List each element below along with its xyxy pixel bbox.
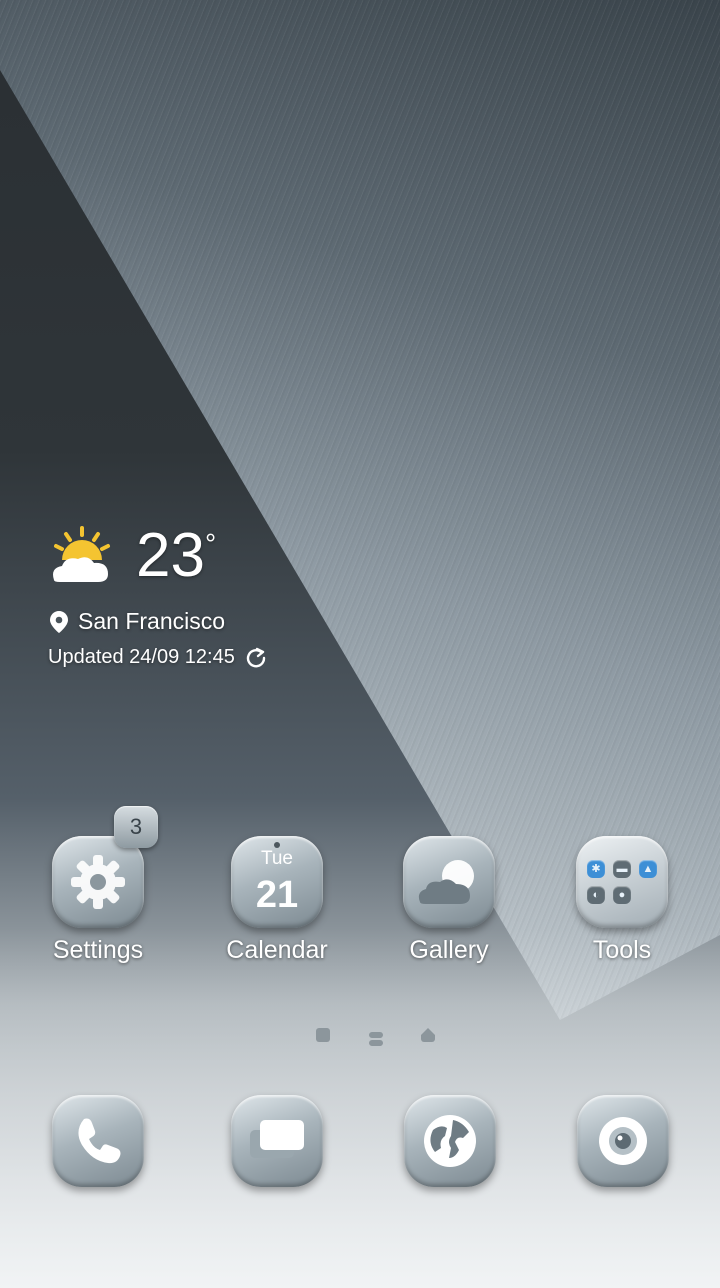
gear-icon: 3 xyxy=(52,806,158,928)
app-gallery[interactable]: Gallery xyxy=(374,836,524,965)
app-settings[interactable]: 3 Settings xyxy=(23,806,173,965)
app-calendar[interactable]: Tue 21 Calendar xyxy=(202,836,352,965)
app-label: Gallery xyxy=(409,936,489,964)
compass-icon: ◐ xyxy=(587,886,605,904)
calendar-date: 21 xyxy=(255,874,299,916)
location-row: San Francisco xyxy=(50,608,225,635)
app-label: Settings xyxy=(52,936,144,964)
page-dot[interactable] xyxy=(316,1028,330,1042)
temperature: 23° xyxy=(136,521,217,590)
messages-icon[interactable] xyxy=(231,1095,323,1187)
camera-icon[interactable] xyxy=(577,1095,669,1187)
browser-globe-icon[interactable] xyxy=(404,1095,496,1187)
home-page-icon[interactable] xyxy=(421,1028,435,1042)
recorder-icon: ● xyxy=(613,886,631,904)
location-pin-icon xyxy=(50,610,68,633)
app-tools-folder[interactable]: ✱ ▬ ▲ ◐ ● Tools xyxy=(547,836,697,965)
updated-time: Updated 24/09 12:45 xyxy=(48,646,235,668)
partly-sunny-icon xyxy=(53,526,110,582)
upload-icon: ▲ xyxy=(639,860,657,878)
app-label: Calendar xyxy=(226,936,328,964)
phone-icon[interactable] xyxy=(52,1095,144,1187)
refresh-icon[interactable] xyxy=(245,647,267,669)
page-indicator[interactable] xyxy=(0,1028,720,1048)
folder-grid-icon: ✱ ▬ ▲ ◐ ● xyxy=(576,836,668,928)
notification-badge: 3 xyxy=(114,806,158,848)
gallery-cloud-icon xyxy=(403,836,495,928)
calendar-icon: Tue 21 xyxy=(231,836,323,928)
updated-row: Updated 24/09 12:45 xyxy=(48,646,267,669)
snowflake-icon: ✱ xyxy=(587,860,605,878)
page-dot[interactable] xyxy=(369,1032,383,1038)
calculator-icon: ▬ xyxy=(613,860,631,878)
calendar-day: Tue xyxy=(260,848,294,869)
city-name: San Francisco xyxy=(78,608,226,634)
app-label: Tools xyxy=(592,936,652,964)
